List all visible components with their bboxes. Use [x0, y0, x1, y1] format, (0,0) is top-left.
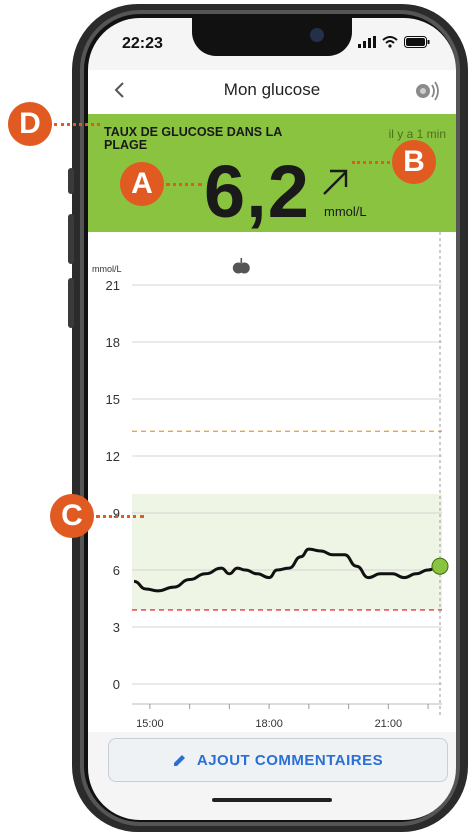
camera-dot	[310, 28, 324, 42]
callout-d: D	[8, 102, 52, 146]
status-time: 22:23	[122, 35, 163, 52]
app-header: Mon glucose	[88, 70, 456, 114]
callout-c-connector	[96, 515, 144, 518]
notch	[192, 18, 352, 56]
trend-arrow-icon	[323, 169, 348, 195]
x-tick-label: 15:00	[136, 718, 164, 730]
callout-d-connector	[54, 123, 100, 126]
y-tick-label: 3	[113, 620, 120, 635]
y-tick-label: 6	[113, 563, 120, 578]
glucose-chart: 21 18 15 12 9 6 3 0 mmol/L 15:00 18:00 21:00	[88, 232, 456, 732]
reading-timestamp: il y a 1 min	[388, 127, 446, 141]
side-button-mute	[68, 168, 74, 194]
callout-a: A	[120, 162, 164, 206]
side-button-volume-down	[68, 278, 74, 328]
add-comment-label: AJOUT COMMENTAIRES	[196, 751, 384, 769]
glucose-chart-svg: 21 18 15 12 9 6 3 0 mmol/L 15:00 18:00 21:00	[92, 232, 449, 730]
glucose-status-label: TAUX DE GLUCOSE DANS LA PLAGE	[104, 125, 282, 152]
y-tick-label: 0	[113, 677, 120, 692]
x-tick-label: 18:00	[255, 718, 283, 730]
x-tick-label: 21:00	[375, 718, 403, 730]
battery-icon	[404, 36, 430, 48]
callout-a-connector	[166, 183, 202, 186]
page-title: Mon glucose	[223, 80, 321, 99]
glucose-reading: 6,2	[204, 150, 310, 233]
callout-b-connector	[352, 161, 390, 164]
y-axis-unit: mmol/L	[92, 264, 122, 274]
callout-c: C	[50, 494, 94, 538]
status-icons	[358, 36, 430, 48]
callout-b: B	[392, 140, 436, 184]
y-tick-label: 9	[113, 506, 120, 521]
apple-icon[interactable]	[232, 258, 250, 274]
pencil-icon	[173, 755, 185, 766]
glucose-unit: mmol/L	[324, 204, 367, 219]
current-reading-point	[431, 557, 449, 575]
home-indicator	[212, 798, 332, 802]
y-tick-label: 18	[106, 335, 120, 350]
signal-icon	[358, 36, 376, 48]
target-range-band	[132, 494, 442, 610]
wifi-icon	[382, 36, 398, 48]
side-button-volume-up	[68, 214, 74, 264]
add-comment-button[interactable]: AJOUT COMMENTAIRES	[108, 738, 448, 782]
phone-screen: 22:23 Mon glucose TAUX DE GLUCOSE DANS L…	[88, 18, 456, 820]
y-tick-label: 21	[106, 278, 120, 293]
status-bar: 22:23	[88, 18, 456, 70]
y-tick-label: 15	[106, 392, 120, 407]
y-tick-label: 12	[106, 449, 120, 464]
sound-icon[interactable]	[414, 80, 440, 102]
